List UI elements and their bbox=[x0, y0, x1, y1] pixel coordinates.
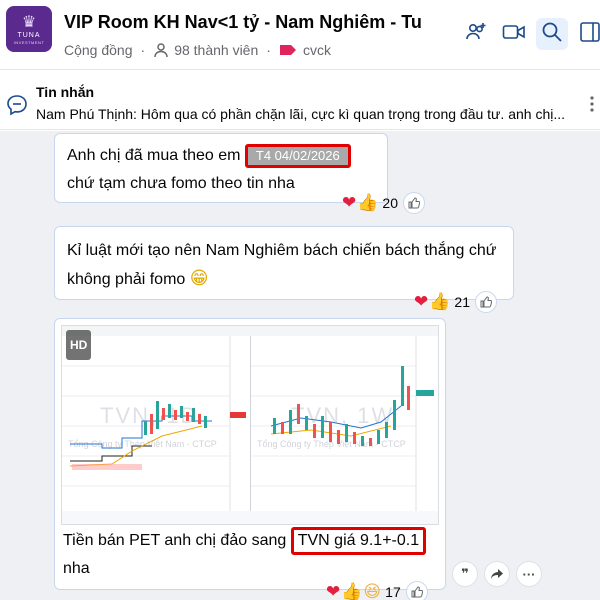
tag-label[interactable]: cvck bbox=[303, 42, 331, 58]
logo-sub: INVESTMENT bbox=[13, 39, 45, 45]
reaction-count: 20 bbox=[382, 195, 398, 211]
crown-icon: ♛ bbox=[21, 11, 37, 31]
group-title[interactable]: VIP Room KH Nav<1 tỷ - Nam Nghiêm - Tu bbox=[64, 12, 442, 33]
highlighted-price: TVN giá 9.1+-0.1 bbox=[290, 527, 427, 555]
message-text: Anh chị đã mua theo em bbox=[67, 147, 241, 164]
reaction-count: 17 bbox=[385, 584, 401, 600]
chat-header: ♛ TUNA INVESTMENT VIP Room KH Nav<1 tỷ -… bbox=[0, 0, 600, 70]
message-reactions[interactable]: ❤ 👍 😆 17 bbox=[326, 580, 428, 600]
thumbs-up-icon: 👍 bbox=[341, 582, 363, 600]
video-call-button[interactable] bbox=[498, 18, 530, 50]
message-reactions[interactable]: ❤ 👍 21 bbox=[414, 290, 497, 314]
add-people-icon bbox=[464, 21, 488, 48]
message-bubble[interactable]: HD TVN, 1D Tổng Công ty Thép Việt Nam - … bbox=[54, 318, 446, 590]
hd-badge: HD bbox=[66, 330, 92, 360]
weekly-chart-panel: TVN, 1W Tổng Công ty Thép Việt Nam - CTC… bbox=[251, 326, 438, 524]
pinned-label: Tin nhắn bbox=[36, 84, 95, 100]
search-button[interactable] bbox=[536, 18, 568, 50]
group-avatar[interactable]: ♛ TUNA INVESTMENT bbox=[6, 6, 52, 52]
heart-icon: ❤ bbox=[342, 193, 357, 213]
chat-bubble-icon bbox=[6, 94, 28, 121]
search-icon bbox=[541, 21, 563, 48]
panel-icon bbox=[579, 21, 600, 48]
chart-watermark: TVN, 1D bbox=[100, 403, 199, 428]
laughing-icon: 😆 bbox=[363, 582, 382, 600]
like-outline-icon bbox=[480, 296, 492, 308]
message-text: chứ tạm chưa fomo theo tin nha bbox=[67, 175, 295, 192]
more-button[interactable]: ··· bbox=[516, 561, 542, 587]
message-reactions[interactable]: ❤ 👍 20 bbox=[342, 191, 425, 215]
more-icon: ··· bbox=[522, 566, 536, 582]
pinned-text: Nam Phú Thịnh: Hôm qua có phần chặn lãi,… bbox=[36, 106, 566, 122]
message-text: Tiền bán PET anh chị đảo sang bbox=[63, 532, 287, 549]
message-bubble[interactable]: Kỉ luật mới tạo nên Nam Nghiêm bách chiế… bbox=[54, 226, 514, 300]
add-reaction-button[interactable] bbox=[405, 581, 428, 600]
members-count[interactable]: 98 thành viên bbox=[174, 42, 258, 58]
members-icon bbox=[153, 42, 169, 58]
heart-icon: ❤ bbox=[326, 582, 341, 600]
community-label: Cộng đồng bbox=[64, 42, 133, 58]
daily-chart-panel: HD TVN, 1D Tổng Công ty Thép Việt Nam - … bbox=[62, 326, 251, 524]
message-actions: ❞ ··· bbox=[452, 561, 542, 587]
chart-sub-watermark: Tổng Công ty Thép Việt Nam - CTCP bbox=[68, 439, 217, 449]
reaction-count: 21 bbox=[454, 294, 470, 310]
message-bubble[interactable]: Anh chị đã mua theo em T4 04/02/2026 chứ… bbox=[54, 133, 388, 203]
chart-screenshot-image[interactable]: HD TVN, 1D Tổng Công ty Thép Việt Nam - … bbox=[61, 325, 439, 525]
forward-button[interactable] bbox=[484, 561, 510, 587]
label-tag-icon bbox=[279, 44, 297, 56]
add-reaction-button[interactable] bbox=[403, 192, 425, 214]
quote-button[interactable]: ❞ bbox=[452, 561, 478, 587]
chart-sub-watermark: Tổng Công ty Thép Việt Nam - CTCP bbox=[257, 439, 406, 449]
quote-icon: ❞ bbox=[461, 566, 469, 582]
message-timestamp: T4 04/02/2026 bbox=[244, 143, 351, 168]
thumbs-up-icon: 👍 bbox=[357, 193, 379, 213]
thumbs-up-icon: 👍 bbox=[429, 292, 451, 312]
forward-icon bbox=[491, 569, 503, 579]
pinned-message-bar[interactable]: Tin nhắn Nam Phú Thịnh: Hôm qua có phần … bbox=[0, 78, 600, 130]
chart-watermark: TVN, 1W bbox=[291, 403, 395, 428]
like-outline-icon bbox=[408, 197, 420, 209]
sidebar-toggle-button[interactable] bbox=[574, 18, 600, 50]
logo-name: TUNA bbox=[17, 31, 41, 39]
add-member-button[interactable] bbox=[460, 18, 492, 50]
like-outline-icon bbox=[411, 586, 423, 598]
message-caption: Tiền bán PET anh chị đảo sang TVN giá 9.… bbox=[63, 527, 443, 583]
more-options-icon[interactable] bbox=[590, 96, 594, 117]
add-reaction-button[interactable] bbox=[475, 291, 497, 313]
grinning-emoji: 😁 bbox=[189, 268, 209, 289]
video-camera-icon bbox=[502, 23, 526, 46]
group-meta: Cộng đồng · 98 thành viên · cvck bbox=[64, 42, 331, 58]
message-text: Kỉ luật mới tạo nên Nam Nghiêm bách chiế… bbox=[67, 242, 497, 288]
heart-icon: ❤ bbox=[414, 292, 429, 312]
message-text: nha bbox=[63, 560, 90, 577]
